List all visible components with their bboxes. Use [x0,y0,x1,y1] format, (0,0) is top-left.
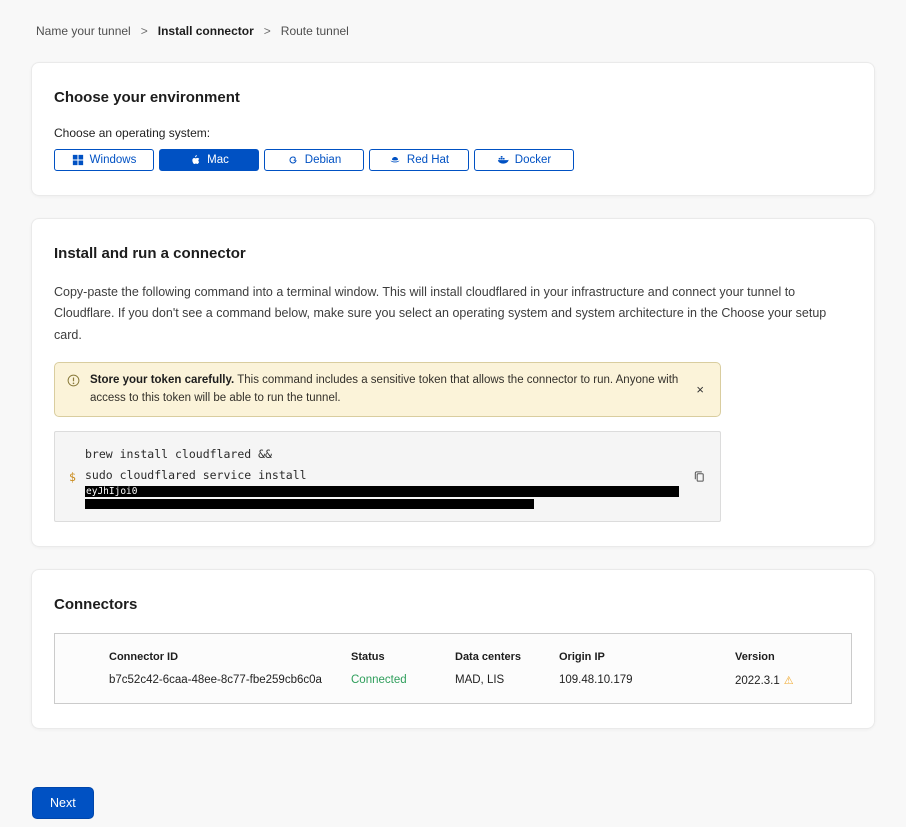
page: Name your tunnel > Install connector > Route… [0,0,906,827]
os-button-label: Debian [305,154,341,166]
connector-id-cell: b7c52c42-6caa-48ee-8c77-fbe259cb6c0a [109,674,351,686]
command-line-2: sudo cloudflared service install [85,465,685,486]
column-header-connector-id: Connector ID [109,651,351,663]
connector-row: b7c52c42-6caa-48ee-8c77-fbe259cb6c0aConn… [109,674,835,687]
token-warning-text: Store your token carefully. This command… [90,372,682,408]
version-warning-triangle-icon: ⚠ [784,675,794,687]
docker-icon [497,154,509,166]
connectors-table: Connector IDStatusData centersOrigin IPV… [54,633,852,704]
origin-ip-cell: 109.48.10.179 [559,674,735,686]
breadcrumb-separator: > [141,24,148,38]
connectors-table-body: b7c52c42-6caa-48ee-8c77-fbe259cb6c0aConn… [109,674,835,687]
environment-card-title: Choose your environment [54,89,852,106]
os-select-label: Choose an operating system: [54,126,852,140]
column-header-origin-ip: Origin IP [559,651,735,663]
breadcrumb-item-install-connector[interactable]: Install connector [158,24,254,38]
status-cell: Connected [351,674,455,686]
os-button-label: Mac [207,154,229,166]
breadcrumb-item-route-tunnel[interactable]: Route tunnel [281,24,349,38]
redacted-token-bar-2 [85,499,534,509]
install-command-block: $ brew install cloudflared && sudo cloud… [54,431,721,521]
data-centers-cell: MAD, LIS [455,674,559,686]
os-button-label: Red Hat [407,154,449,166]
os-button-mac[interactable]: Mac [159,149,259,171]
next-button[interactable]: Next [32,787,94,819]
install-card: Install and run a connector Copy-paste t… [31,218,875,547]
command-line-1: brew install cloudflared && [85,444,685,465]
apple-icon [189,154,201,166]
version-value: 2022.3.1 [735,675,780,687]
column-header-version: Version [735,651,835,663]
alert-circle-icon [67,374,80,387]
os-button-docker[interactable]: Docker [474,149,574,171]
shell-prompt: $ [69,470,85,484]
column-header-data-centers: Data centers [455,651,559,663]
install-card-title: Install and run a connector [54,245,852,262]
column-header-status: Status [351,651,455,663]
connectors-table-header: Connector IDStatusData centersOrigin IPV… [109,651,835,663]
breadcrumb-separator: > [264,24,271,38]
token-prefix: eyJhIjoi0 [86,486,137,497]
os-button-debian[interactable]: Debian [264,149,364,171]
copy-icon[interactable] [685,470,706,483]
install-command-lines: brew install cloudflared && sudo cloudfl… [85,444,685,508]
close-icon[interactable]: × [692,383,708,396]
environment-card: Choose your environment Choose an operat… [31,62,875,196]
os-button-label: Docker [515,154,551,166]
breadcrumb-item-name-your-tunnel[interactable]: Name your tunnel [36,24,131,38]
install-description: Copy-paste the following command into a … [54,282,852,346]
connectors-card-title: Connectors [54,596,852,613]
os-button-windows[interactable]: Windows [54,149,154,171]
os-button-group: Windows Mac Debian Red Hat Docker [54,149,852,171]
token-warning-bold: Store your token carefully. [90,374,234,386]
os-button-label: Windows [90,154,137,166]
breadcrumb: Name your tunnel > Install connector > Route… [0,0,906,38]
redacted-token-bar: eyJhIjoi0 [85,486,679,497]
os-button-red-hat[interactable]: Red Hat [369,149,469,171]
windows-icon [72,154,84,166]
redhat-icon [389,154,401,166]
debian-icon [287,154,299,166]
connectors-card: Connectors Connector IDStatusData center… [31,569,875,729]
version-cell: 2022.3.1 ⚠ [735,674,835,687]
token-warning-banner: Store your token carefully. This command… [54,362,721,418]
